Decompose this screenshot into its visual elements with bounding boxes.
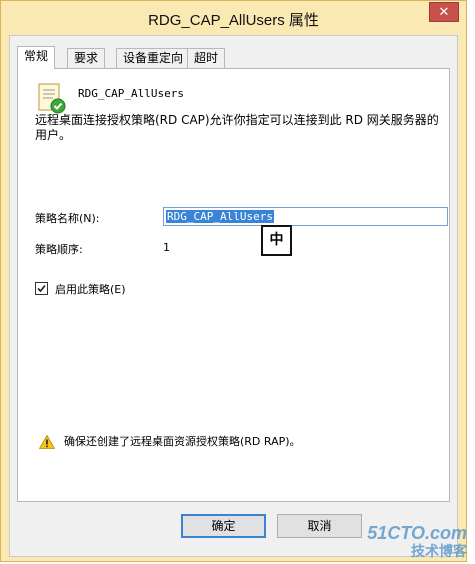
watermark-line-1: 51CTO.com xyxy=(367,523,467,543)
tab-general[interactable]: 常规 xyxy=(17,46,56,69)
policy-order-value: 1 xyxy=(163,241,170,254)
policy-name-selected-text: RDG_CAP_AllUsers xyxy=(166,210,274,223)
watermark-line-2: 技术博客 xyxy=(411,543,467,559)
enable-policy-checkbox[interactable] xyxy=(35,282,48,295)
warning-triangle-icon xyxy=(39,435,55,449)
certificate-check-icon xyxy=(38,83,66,114)
ok-button[interactable]: 确定 xyxy=(181,514,266,538)
checkmark-icon xyxy=(37,284,46,293)
tab-timeouts[interactable]: 超时 xyxy=(187,48,226,68)
rap-warning-text: 确保还创建了远程桌面资源授权策略(RD RAP)。 xyxy=(64,435,301,448)
policy-name-input[interactable]: RDG_CAP_AllUsers xyxy=(163,207,448,226)
site-watermark: 51CTO.com 技术博客 xyxy=(367,524,467,560)
policy-order-label: 策略顺序: xyxy=(35,243,83,256)
policy-name-heading: RDG_CAP_AllUsers xyxy=(78,87,184,100)
dialog-client-area: 常规 要求 设备重定向 超时 RDG_CAP_AllUsers 远程桌面连接授权… xyxy=(9,35,458,557)
window-title: RDG_CAP_AllUsers 属性 xyxy=(148,12,319,29)
cancel-button[interactable]: 取消 xyxy=(277,514,362,538)
tab-requirements[interactable]: 要求 xyxy=(67,48,106,68)
close-icon: ✕ xyxy=(438,5,450,20)
title-bar[interactable]: RDG_CAP_AllUsers 属性 ✕ xyxy=(1,1,466,35)
enable-policy-label[interactable]: 启用此策略(E) xyxy=(55,281,126,297)
general-tab-panel: RDG_CAP_AllUsers 远程桌面连接授权策略(RD CAP)允许你指定… xyxy=(17,68,450,502)
policy-name-label: 策略名称(N): xyxy=(35,212,100,225)
ime-mode-indicator: 中 xyxy=(261,225,292,256)
properties-window: RDG_CAP_AllUsers 属性 ✕ 常规 要求 设备重定向 超时 RDG… xyxy=(0,0,467,562)
policy-description: 远程桌面连接授权策略(RD CAP)允许你指定可以连接到此 RD 网关服务器的用… xyxy=(35,113,439,142)
close-button[interactable]: ✕ xyxy=(429,2,459,22)
tab-device-redirection[interactable]: 设备重定向 xyxy=(116,48,191,68)
